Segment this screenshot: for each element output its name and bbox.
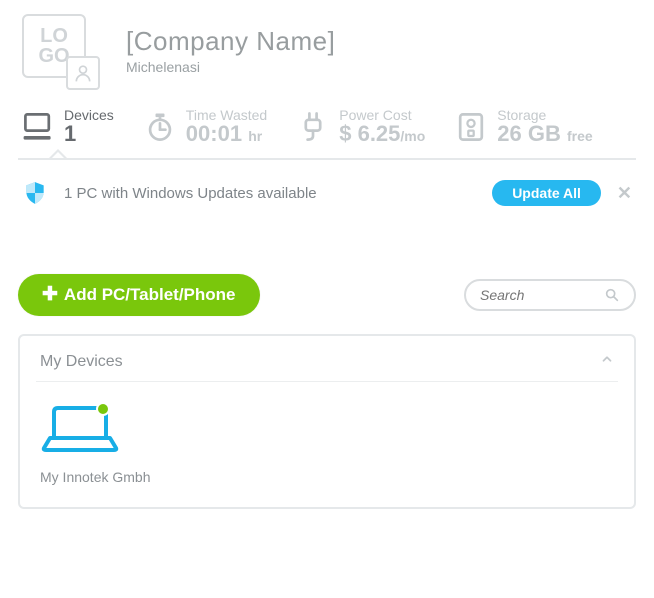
update-all-button[interactable]: Update All: [492, 180, 601, 206]
devices-panel-body: My Innotek Gmbh: [20, 382, 634, 507]
close-icon[interactable]: ✕: [617, 183, 632, 204]
timer-icon: [142, 109, 178, 145]
device-name: My Innotek Gmbh: [40, 469, 170, 485]
chevron-up-icon: [600, 352, 614, 371]
user-icon: [73, 63, 93, 83]
search-box[interactable]: [464, 279, 636, 311]
plug-icon: [295, 109, 331, 145]
storage-icon: [453, 109, 489, 145]
search-icon: [604, 287, 620, 303]
search-input[interactable]: [480, 287, 596, 303]
stat-devices-value: 1: [64, 122, 114, 146]
stat-storage-value: 26 GB: [497, 121, 561, 146]
monitor-icon: [20, 109, 56, 145]
stats-divider: [18, 158, 636, 160]
action-row: ✚ Add PC/Tablet/Phone: [18, 274, 636, 316]
stat-time-label: Time Wasted: [186, 108, 267, 122]
logo-text-1: LO: [40, 26, 68, 46]
add-device-button[interactable]: ✚ Add PC/Tablet/Phone: [18, 274, 260, 316]
stat-time-unit: hr: [248, 128, 262, 144]
stat-storage-unit: free: [567, 128, 593, 144]
stat-time[interactable]: Time Wasted 00:01 hr: [142, 108, 267, 146]
stat-devices[interactable]: Devices 1: [20, 108, 114, 146]
laptop-icon: [40, 396, 120, 456]
avatar[interactable]: [66, 56, 100, 90]
company-name: [Company Name]: [126, 26, 335, 57]
notification-bar: 1 PC with Windows Updates available Upda…: [18, 164, 636, 222]
stat-time-value: 00:01: [186, 121, 242, 146]
logo: LO GO: [18, 10, 108, 90]
add-device-label: Add PC/Tablet/Phone: [64, 285, 236, 305]
stat-power[interactable]: Power Cost $ 6.25/mo: [295, 108, 425, 146]
stat-power-label: Power Cost: [339, 108, 425, 122]
header: LO GO [Company Name] Michelenasi: [18, 10, 636, 90]
stat-power-value: $ 6.25: [339, 121, 400, 146]
stats-row: Devices 1 Time Wasted 00:01 hr Power Cos…: [18, 104, 636, 158]
stat-storage[interactable]: Storage 26 GB free: [453, 108, 592, 146]
status-online-dot: [97, 403, 109, 415]
notification-text: 1 PC with Windows Updates available: [64, 185, 492, 202]
stat-power-unit: /mo: [400, 128, 425, 144]
logo-text-2: GO: [38, 46, 69, 66]
stat-devices-label: Devices: [64, 108, 114, 122]
devices-panel-title: My Devices: [40, 353, 123, 371]
devices-panel: My Devices My Innotek Gmbh: [18, 334, 636, 509]
user-name: Michelenasi: [126, 59, 335, 75]
shield-icon: [22, 180, 48, 206]
device-tile[interactable]: My Innotek Gmbh: [40, 396, 170, 485]
stat-storage-label: Storage: [497, 108, 592, 122]
devices-panel-header[interactable]: My Devices: [20, 336, 634, 381]
